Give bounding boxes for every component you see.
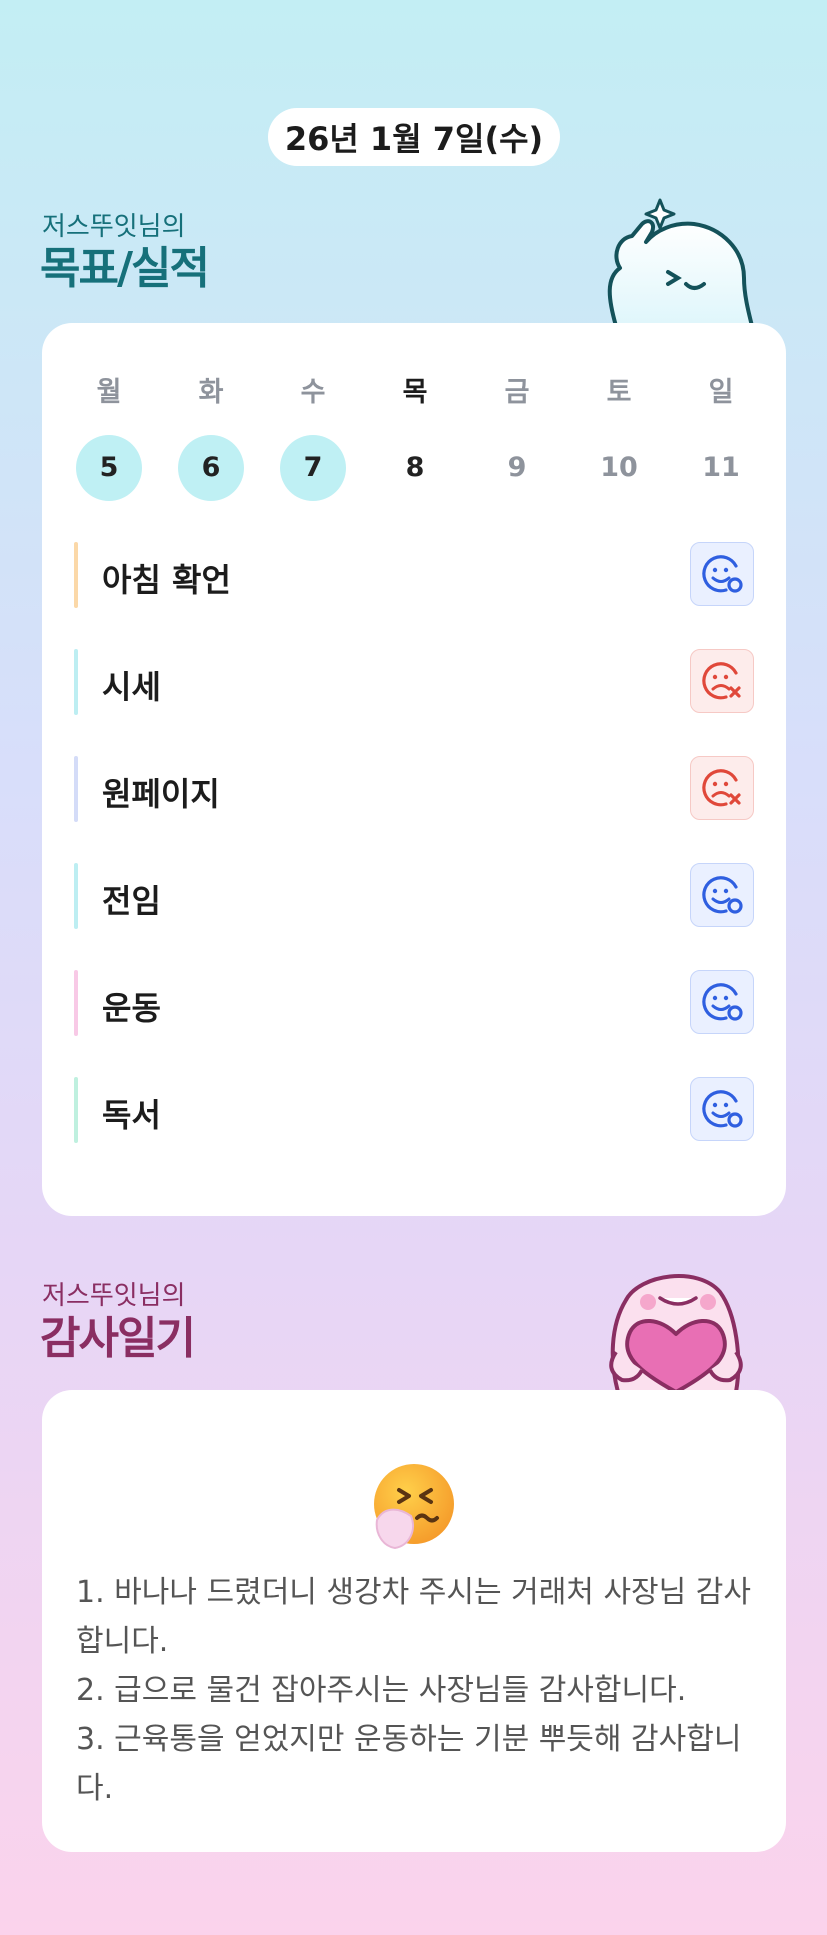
day-number: 5 [76, 435, 142, 501]
achieved-status-button[interactable] [690, 970, 754, 1034]
goal-label: 시세 [102, 668, 161, 706]
goals-section-title: 목표/실적 [40, 243, 210, 294]
day-number: 7 [280, 435, 346, 501]
day-wed[interactable]: 수 7 [278, 373, 348, 501]
day-tue[interactable]: 화 6 [176, 373, 246, 501]
goals-card: 월 5 화 6 수 7 목 8 금 9 토 10 일 11 아침 확언 시세 원… [42, 323, 786, 1216]
gratitude-entry: 3. 근육통을 얻었지만 운동하는 기분 뿌듯해 감사합니다. [76, 1722, 742, 1806]
weekday-label: 화 [198, 377, 224, 408]
day-thu[interactable]: 목 8 [380, 373, 450, 501]
gratitude-entry: 2. 급으로 물건 잡아주시는 사장님들 감사합니다. [76, 1673, 687, 1708]
goal-row-morning-affirmation[interactable]: 아침 확언 [74, 542, 754, 608]
weekday-label: 금 [504, 377, 530, 408]
goal-row-reading[interactable]: 독서 [74, 1077, 754, 1143]
day-sun[interactable]: 일 11 [686, 373, 756, 501]
sad-x-icon [702, 769, 741, 807]
goal-color-bar [74, 649, 78, 715]
day-mon[interactable]: 월 5 [74, 373, 144, 501]
gratitude-entries: 1. 바나나 드렸더니 생강차 주시는 거래처 사장님 감사합니다. 2. 급으… [76, 1568, 766, 1813]
goal-row-exercise[interactable]: 운동 [74, 970, 754, 1036]
day-number: 6 [178, 435, 244, 501]
weekday-label: 토 [606, 377, 632, 408]
goal-label: 운동 [102, 989, 161, 1027]
goal-color-bar [74, 756, 78, 822]
weekday-label: 수 [300, 377, 326, 408]
goal-row-market-price[interactable]: 시세 [74, 649, 754, 715]
heart-hug-mascot-icon [609, 1274, 743, 1392]
smile-check-icon [702, 555, 743, 593]
goal-label: 아침 확언 [102, 561, 231, 599]
day-number: 11 [702, 452, 740, 483]
smile-check-icon [702, 1090, 743, 1128]
goal-label: 전임 [102, 882, 161, 920]
achieved-status-button[interactable] [690, 863, 754, 927]
goal-color-bar [74, 863, 78, 929]
day-number: 9 [507, 452, 527, 483]
day-sat[interactable]: 토 10 [584, 373, 654, 501]
missed-status-button[interactable] [690, 649, 754, 713]
cheering-mascot-icon [607, 198, 754, 326]
achieved-status-button[interactable] [690, 542, 754, 606]
missed-status-button[interactable] [690, 756, 754, 820]
day-number: 10 [600, 452, 638, 483]
weekday-label: 일 [708, 377, 734, 408]
goal-row-jeonim[interactable]: 전임 [74, 863, 754, 929]
day-number: 8 [405, 452, 425, 483]
weekday-label: 목 [402, 377, 428, 408]
goal-color-bar [74, 970, 78, 1036]
date-display: 26년 1월 7일(수) [268, 108, 560, 166]
gratitude-card: 1. 바나나 드렸더니 생강차 주시는 거래처 사장님 감사합니다. 2. 급으… [42, 1390, 786, 1852]
goal-label: 독서 [102, 1096, 161, 1134]
sad-x-icon [702, 662, 741, 700]
goal-color-bar [74, 1077, 78, 1143]
sneezing-face-icon [374, 1464, 454, 1550]
gratitude-entry: 1. 바나나 드렸더니 생강차 주시는 거래처 사장님 감사합니다. [76, 1575, 751, 1659]
gratitude-section-title: 감사일기 [40, 1313, 196, 1364]
achieved-status-button[interactable] [690, 1077, 754, 1141]
smile-check-icon [702, 876, 743, 914]
goal-row-one-page[interactable]: 원페이지 [74, 756, 754, 822]
day-fri[interactable]: 금 9 [482, 373, 552, 501]
weekday-label: 월 [96, 377, 122, 408]
goal-label: 원페이지 [102, 775, 220, 813]
smile-check-icon [702, 983, 743, 1021]
goal-color-bar [74, 542, 78, 608]
